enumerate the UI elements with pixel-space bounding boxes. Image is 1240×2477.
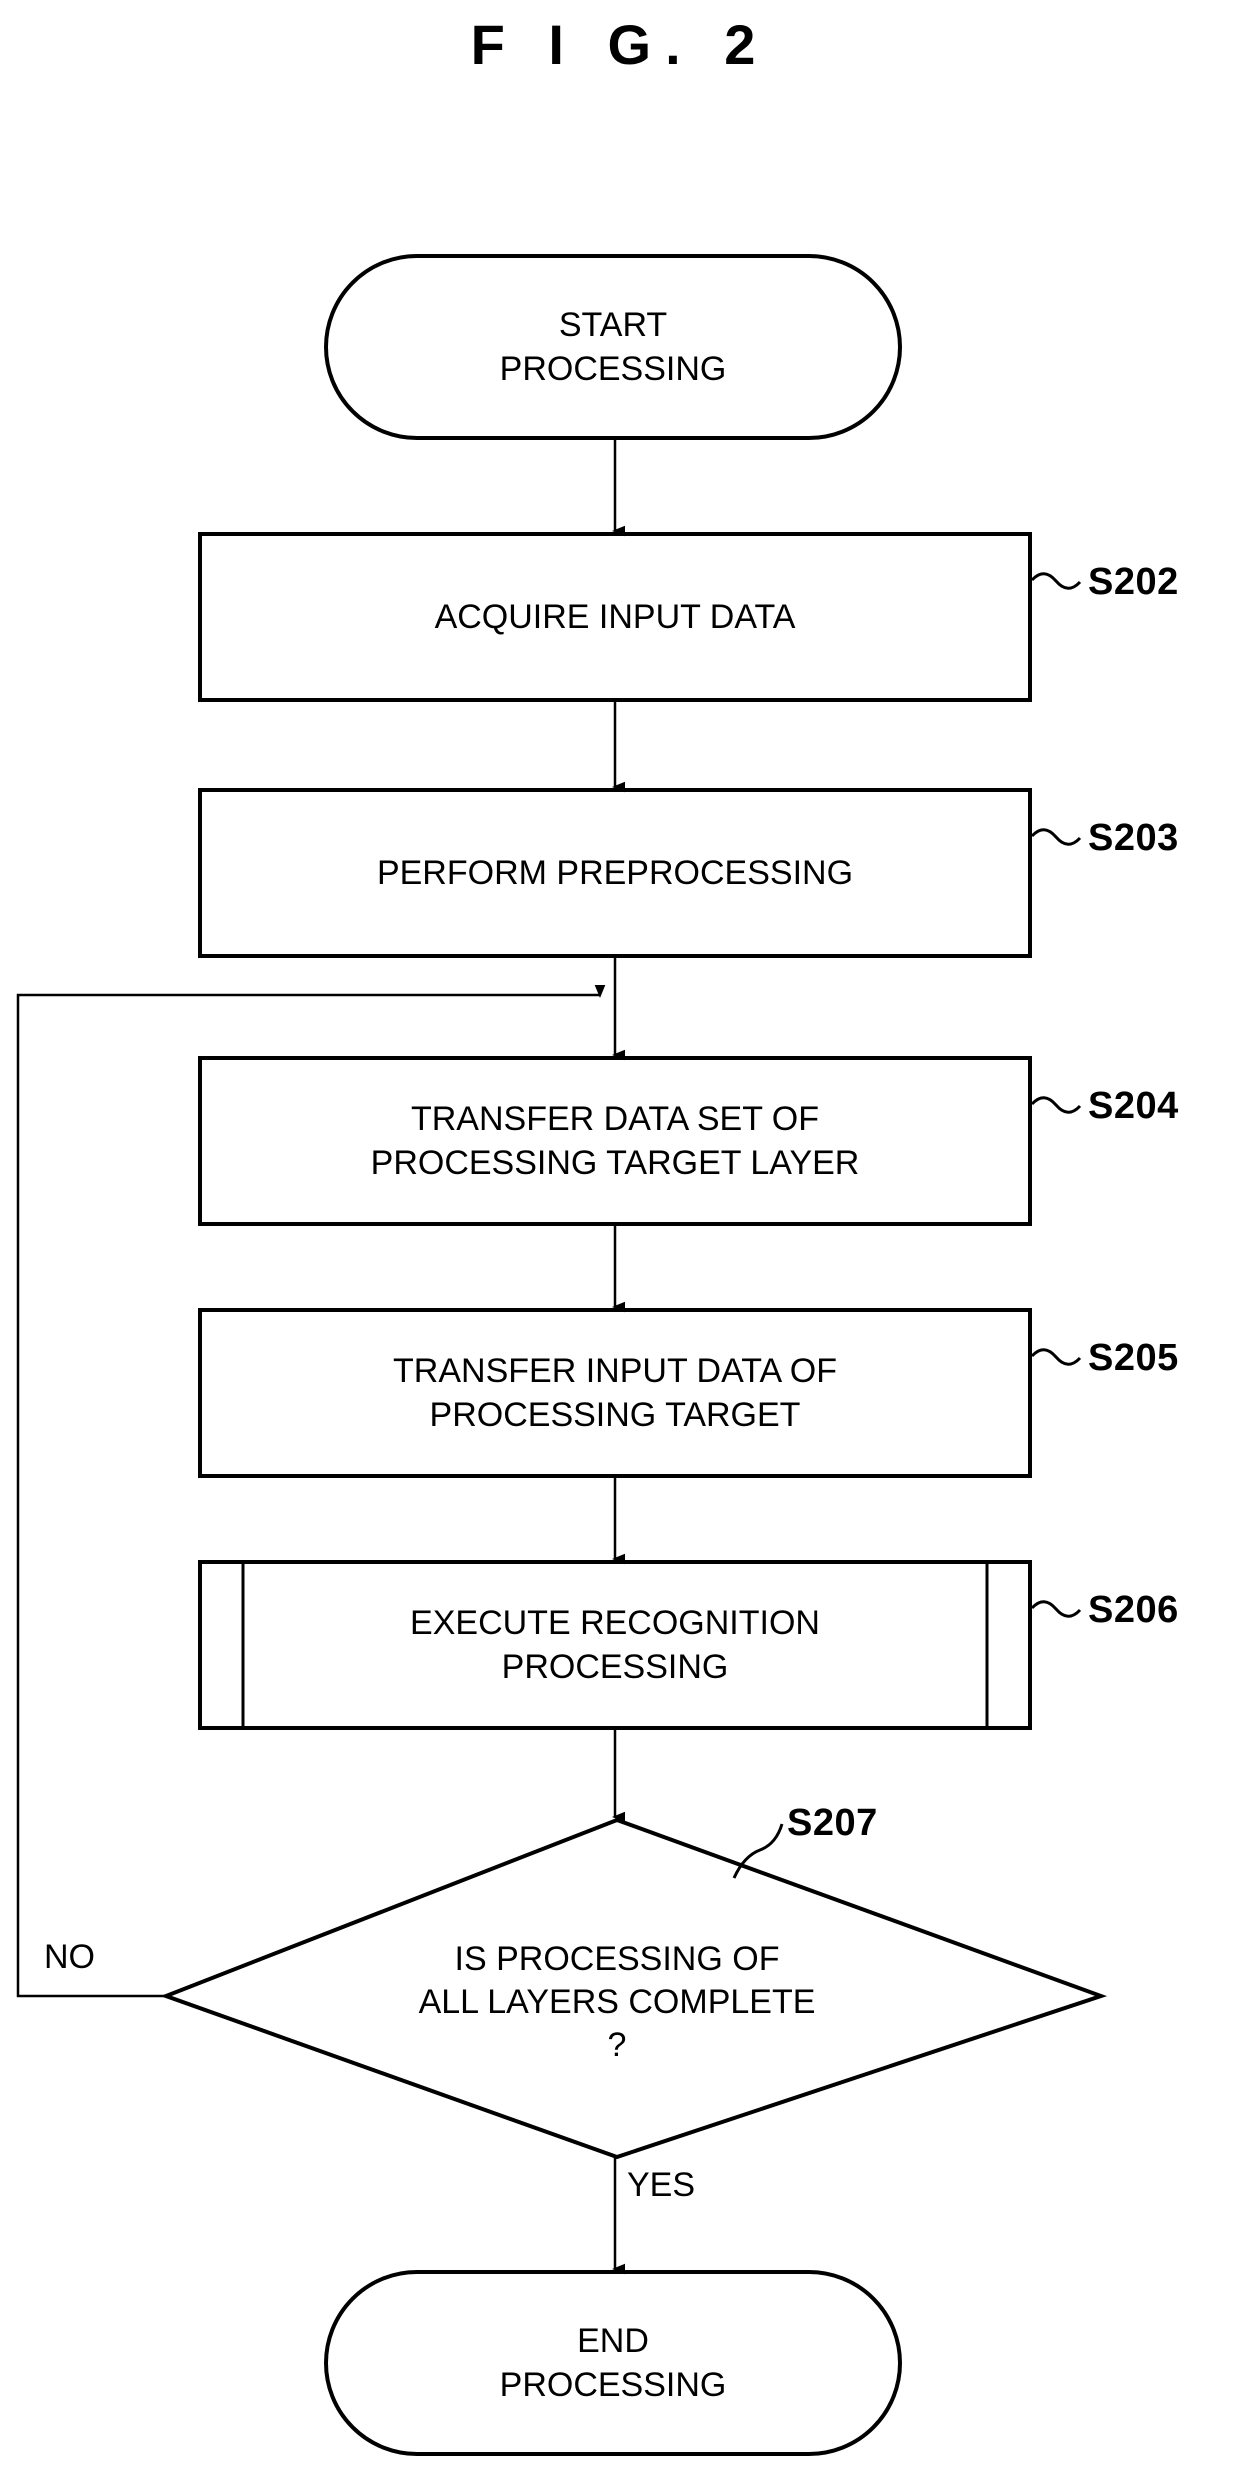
step-tag-s206: S206 <box>1088 1589 1179 1631</box>
leader-s202 <box>1030 572 1082 590</box>
leader-s203 <box>1030 828 1082 846</box>
node-label-s202: ACQUIRE INPUT DATA <box>434 598 796 636</box>
step-tag-s202: S202 <box>1088 561 1179 603</box>
branch-label-yes: YES <box>627 2166 696 2204</box>
leader-s204 <box>1030 1096 1082 1114</box>
step-tag-s205: S205 <box>1088 1337 1179 1379</box>
node-label-s205: TRANSFER INPUT DATA OF PROCESSING TARGET <box>393 1352 837 1434</box>
node-label-start: START PROCESSING <box>499 306 727 388</box>
step-tag-s203: S203 <box>1088 817 1179 859</box>
node-label-s203: PERFORM PREPROCESSING <box>376 854 854 892</box>
step-tag-s207: S207 <box>787 1802 878 1844</box>
node-label-s206: EXECUTE RECOGNITION PROCESSING <box>410 1604 820 1686</box>
figure-page: F I G. 2 START PROCESSING ACQUIRE INPUT … <box>0 0 1240 2477</box>
node-label-s207: IS PROCESSING OF ALL LAYERS COMPLETE ? <box>418 1940 816 2064</box>
leader-s206 <box>1030 1600 1082 1618</box>
leader-s205 <box>1030 1348 1082 1366</box>
branch-label-no: NO <box>44 1938 95 1976</box>
step-tag-s204: S204 <box>1088 1085 1179 1127</box>
node-label-s204: TRANSFER DATA SET OF PROCESSING TARGET L… <box>370 1100 860 1182</box>
node-label-end: END PROCESSING <box>499 2322 727 2404</box>
